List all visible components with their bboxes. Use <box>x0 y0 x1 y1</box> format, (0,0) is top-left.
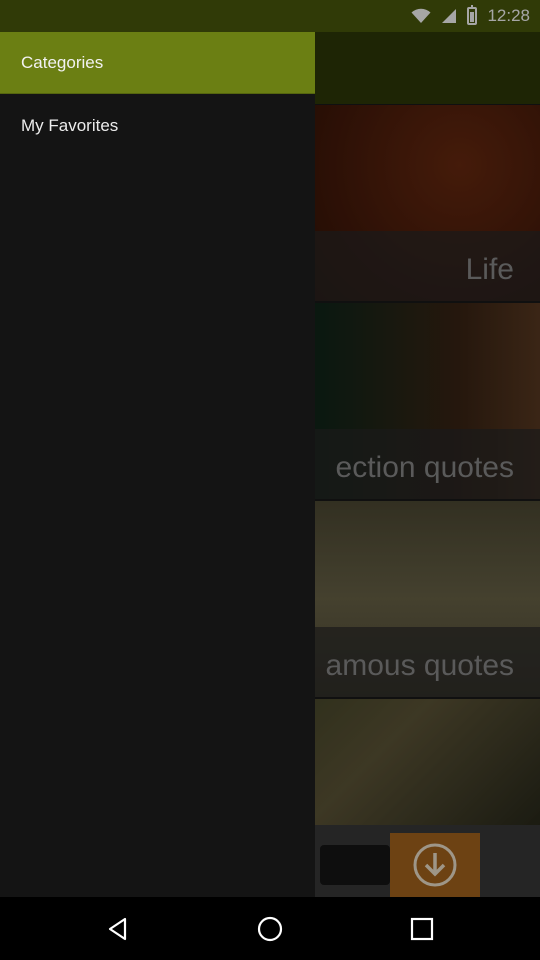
drawer-header: Categories <box>0 32 315 94</box>
drawer-title: Categories <box>21 52 104 72</box>
home-button[interactable] <box>220 897 320 960</box>
back-button[interactable] <box>68 897 168 960</box>
system-nav-bar <box>0 897 540 960</box>
drawer-item-label: My Favorites <box>21 116 119 135</box>
home-icon <box>257 916 283 941</box>
navigation-drawer: Categories My Favorites <box>0 32 315 897</box>
drawer-item-my-favorites[interactable]: My Favorites <box>0 94 315 158</box>
recents-button[interactable] <box>372 897 472 960</box>
back-icon <box>108 917 127 940</box>
recents-icon <box>410 917 434 940</box>
